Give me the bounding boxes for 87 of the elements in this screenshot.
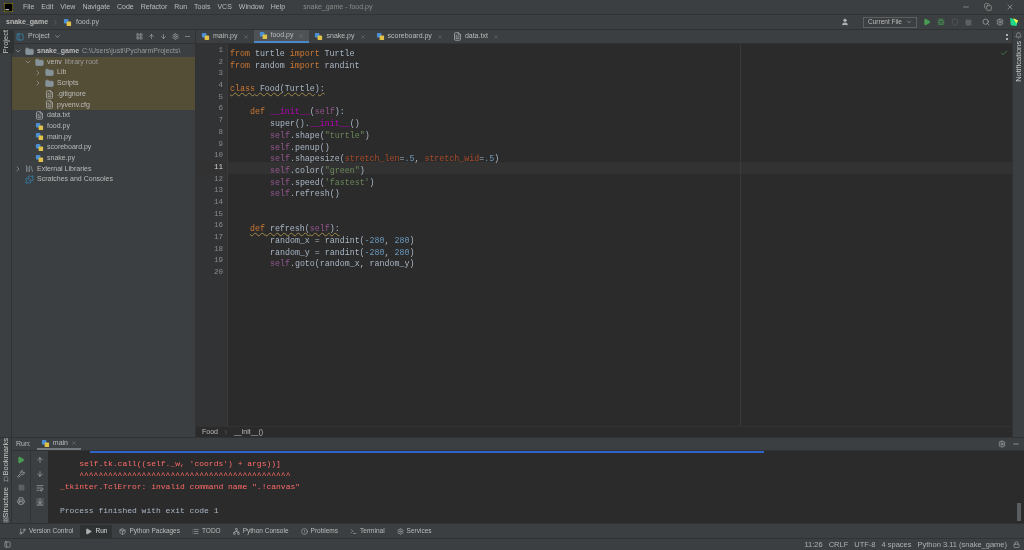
no-problems-icon [1000,49,1008,57]
minimize-icon[interactable] [962,3,970,11]
list-icon [192,527,199,535]
code-line: def refresh(self): [250,224,340,234]
dropdown-icon[interactable] [53,33,61,40]
close-tab-icon[interactable] [71,440,77,446]
console-output-line: _tkinter.TclError: invalid command name ".!canvas" [60,482,301,492]
text-file-icon [45,100,54,110]
python-file-icon [35,153,44,163]
close-tab-icon[interactable] [492,33,499,40]
code-line: self.refresh() [270,189,340,199]
code-line: from random import randint [230,60,360,70]
console-output-line: Process finished with exit code 1 [60,505,219,515]
text-file-icon [45,89,54,99]
close-icon[interactable] [1006,3,1014,11]
folder-icon [25,46,34,56]
project-view-icon [16,32,24,41]
code-line: self.shape("turtle") [270,130,370,140]
soft-wrap-icon[interactable] [35,484,44,492]
package-icon [119,527,127,535]
problems-icon [300,527,308,535]
settings-icon[interactable] [998,440,1006,448]
down-arrow-icon[interactable] [35,470,44,478]
code-line: self.penup() [270,142,330,152]
product-logo-icon[interactable] [1010,18,1018,26]
python-file-icon [35,132,44,142]
scrollbar[interactable] [1017,503,1021,521]
rerun-icon[interactable] [17,456,25,464]
structure-icon[interactable] [2,517,9,523]
separator-icon [52,18,60,26]
python-file-icon [35,143,44,153]
toggle-panels-icon[interactable] [4,541,11,548]
code-line: self.speed('fastest') [270,177,375,187]
python-file-icon [258,31,268,40]
up-arrow-icon[interactable] [35,456,44,464]
settings-icon[interactable] [172,33,179,40]
console-output-line: ^^^^^^^^^^^^^^^^^^^^^^^^^^^^^^^^^^^^^^^^^^^^ [78,470,291,480]
run-icon[interactable] [923,18,931,26]
code-line: random_y = randint(-280, 280) [270,247,415,257]
code-line: random_x = randint(-280, 280) [270,236,415,245]
debug-icon[interactable] [937,18,945,26]
python-file-icon [201,32,210,41]
code-line: def __init__(self): [250,107,345,117]
run-icon [85,527,93,535]
libraries-icon [25,164,34,174]
python-file-icon [63,17,73,27]
stop-icon[interactable] [965,18,972,26]
text-file-icon [452,32,462,41]
folder-icon [35,57,44,67]
lock-icon[interactable] [1013,541,1020,548]
scroll-to-end-icon[interactable] [35,498,44,506]
caret-icon [906,19,912,25]
print-icon[interactable] [17,497,25,505]
settings-icon[interactable] [996,18,1004,26]
close-tab-icon[interactable] [436,33,443,40]
code-line: class Food(Turtle): [230,84,325,94]
separator-icon [222,429,229,435]
terminal-icon [350,527,357,535]
branch-icon [19,527,26,535]
expand-all-icon[interactable] [148,33,155,40]
close-tab-icon[interactable] [359,33,366,40]
bell-icon[interactable] [1015,32,1022,39]
folder-icon [45,68,54,78]
folder-icon [45,78,54,88]
wrench-icon[interactable] [17,470,25,478]
user-icon[interactable] [841,18,850,26]
code-line: from turtle import Turtle [230,49,355,58]
stop-icon[interactable] [17,484,25,491]
scratches-icon [25,175,34,185]
console-output-line: self.tk.call((self._w, 'coords') + args))] [78,459,281,468]
close-tab-icon[interactable] [242,33,249,40]
code-line: super().__init__() [270,119,360,129]
hide-icon[interactable] [1012,440,1020,448]
python-file-icon [375,32,385,41]
app-logo-icon [4,2,13,12]
python-file-icon [40,438,50,448]
collapse-all-icon[interactable] [160,33,167,40]
python-file-icon [314,32,324,41]
code-line: self.color("green") [270,165,365,175]
python-file-icon [35,121,44,131]
bookmark-icon[interactable] [2,475,9,482]
hide-icon[interactable] [184,33,191,40]
text-file-icon [35,110,44,120]
code-line: self.goto(random_x, random_y) [270,259,415,269]
search-icon[interactable] [982,18,990,26]
restore-icon[interactable] [984,3,992,11]
code-line: self.shapesize(stretch_len=.5, stretch_wid=.5) [270,154,500,164]
